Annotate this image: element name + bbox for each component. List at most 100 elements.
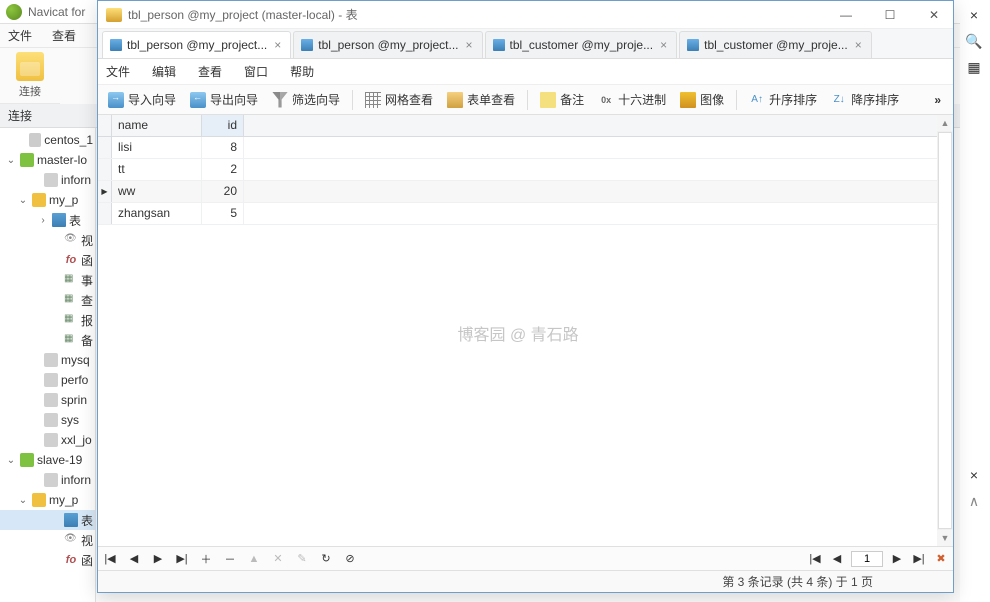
tree-item[interactable]: perfo bbox=[0, 370, 95, 390]
edit-button[interactable]: ✎ bbox=[294, 551, 310, 567]
row-handle[interactable] bbox=[98, 159, 112, 180]
stop-button[interactable]: ⊘ bbox=[342, 551, 358, 567]
tab[interactable]: tbl_customer @my_proje...× bbox=[485, 31, 678, 58]
data-grid[interactable]: nameid lisi8tt2ww20zhangsan5 博客园 @ 青石路 ↖ bbox=[98, 115, 937, 546]
toolbar-button[interactable]: 导入向导 bbox=[102, 88, 182, 111]
tab-close-icon[interactable]: × bbox=[272, 38, 283, 52]
toolbar-button[interactable]: 筛选向导 bbox=[266, 88, 346, 111]
cell[interactable]: 20 bbox=[202, 181, 244, 202]
win-menu-view[interactable]: 查看 bbox=[198, 63, 222, 80]
tree-item[interactable]: 表 bbox=[0, 510, 95, 530]
tree-item[interactable]: ›表 bbox=[0, 210, 95, 230]
first-record-button[interactable]: |◀ bbox=[102, 551, 118, 567]
vertical-scrollbar[interactable]: ▲ ▼ bbox=[937, 115, 953, 546]
menu-file[interactable]: 文件 bbox=[8, 27, 32, 44]
column-header[interactable]: name bbox=[112, 115, 202, 136]
tree-item[interactable]: inforn bbox=[0, 170, 95, 190]
search-icon[interactable]: 🔍 bbox=[962, 29, 986, 53]
apply-button[interactable]: ▲ bbox=[246, 551, 262, 567]
toolbar-button[interactable]: 导出向导 bbox=[184, 88, 264, 111]
last-page-button[interactable]: ▶| bbox=[911, 551, 927, 567]
tree-item[interactable]: xxl_jo bbox=[0, 430, 95, 450]
cell[interactable]: ww bbox=[112, 181, 202, 202]
close2-btn[interactable]: × bbox=[962, 463, 986, 487]
prev-record-button[interactable]: ◀ bbox=[126, 551, 142, 567]
toolbar-button[interactable]: Z↓降序排序 bbox=[825, 88, 905, 111]
page-input[interactable] bbox=[851, 551, 883, 567]
toolbar-button[interactable]: 备注 bbox=[534, 88, 590, 111]
tree-item[interactable]: sprin bbox=[0, 390, 95, 410]
close-button[interactable]: ✕ bbox=[915, 1, 953, 29]
prev-page-button[interactable]: ◀ bbox=[829, 551, 845, 567]
tree-item[interactable]: 👁视 bbox=[0, 530, 95, 550]
toolbar-button[interactable]: 0x十六进制 bbox=[592, 88, 672, 111]
tree-item[interactable]: sys bbox=[0, 410, 95, 430]
tree-item[interactable]: ⌄slave-19 bbox=[0, 450, 95, 470]
toolbar-button[interactable]: 表单查看 bbox=[441, 88, 521, 111]
tree-item[interactable]: mysq bbox=[0, 350, 95, 370]
tree-item[interactable]: fo函 bbox=[0, 250, 95, 270]
win-menu-help[interactable]: 帮助 bbox=[290, 63, 314, 80]
cell[interactable]: zhangsan bbox=[112, 203, 202, 224]
tab-close-icon[interactable]: × bbox=[853, 38, 864, 52]
toolbar-connect[interactable]: 连接 bbox=[0, 48, 60, 104]
tree-item[interactable]: centos_1 bbox=[0, 130, 95, 150]
expander-icon[interactable]: ⌄ bbox=[17, 495, 29, 506]
cell[interactable]: 8 bbox=[202, 137, 244, 158]
column-header[interactable]: id bbox=[202, 115, 244, 136]
toolbar-button[interactable]: A↑升序排序 bbox=[743, 88, 823, 111]
cell[interactable]: tt bbox=[112, 159, 202, 180]
win-menu-edit[interactable]: 编辑 bbox=[152, 63, 176, 80]
last-record-button[interactable]: ▶| bbox=[174, 551, 190, 567]
scroll-up-icon[interactable]: ▲ bbox=[937, 115, 953, 131]
tree-item[interactable]: ⌄master-lo bbox=[0, 150, 95, 170]
tree-item[interactable]: fo函 bbox=[0, 550, 95, 570]
table-row[interactable]: zhangsan5 bbox=[98, 203, 937, 225]
expander-icon[interactable]: ⌄ bbox=[5, 155, 17, 166]
cell[interactable]: 2 bbox=[202, 159, 244, 180]
next-record-button[interactable]: ▶ bbox=[150, 551, 166, 567]
grid-icon[interactable]: ▦ bbox=[962, 55, 986, 79]
next-page-button[interactable]: ▶ bbox=[889, 551, 905, 567]
row-handle[interactable] bbox=[98, 181, 112, 202]
refresh-button[interactable]: ↻ bbox=[318, 551, 334, 567]
tree-item[interactable]: ⌄my_p bbox=[0, 490, 95, 510]
add-record-button[interactable]: ＋ bbox=[198, 551, 214, 567]
close-x-btn[interactable]: × bbox=[962, 3, 986, 27]
expander-icon[interactable]: › bbox=[37, 215, 49, 226]
maximize-button[interactable]: ☐ bbox=[871, 1, 909, 29]
tab-close-icon[interactable]: × bbox=[658, 38, 669, 52]
delete-record-button[interactable]: － bbox=[222, 551, 238, 567]
tree-item[interactable]: 👁视 bbox=[0, 230, 95, 250]
settings-icon[interactable]: ✖ bbox=[933, 551, 949, 567]
row-handle[interactable] bbox=[98, 137, 112, 158]
tab[interactable]: tbl_person @my_project...× bbox=[102, 31, 291, 58]
tab[interactable]: tbl_person @my_project...× bbox=[293, 31, 482, 58]
tree[interactable]: centos_1⌄master-loinforn⌄my_p›表👁视fo函▦事▦查… bbox=[0, 128, 95, 572]
scroll-down-icon[interactable]: ▼ bbox=[937, 530, 953, 546]
scroll-thumb[interactable] bbox=[938, 132, 952, 529]
toolbar-overflow-icon[interactable]: » bbox=[928, 93, 949, 107]
tree-item[interactable]: ▦查 bbox=[0, 290, 95, 310]
row-handle[interactable] bbox=[98, 203, 112, 224]
table-row[interactable]: ww20 bbox=[98, 181, 937, 203]
window-titlebar[interactable]: tbl_person @my_project (master-local) - … bbox=[98, 1, 953, 29]
cell[interactable]: 5 bbox=[202, 203, 244, 224]
tab[interactable]: tbl_customer @my_proje...× bbox=[679, 31, 872, 58]
toolbar-button[interactable]: 网格查看 bbox=[359, 88, 439, 111]
expander-icon[interactable]: ⌄ bbox=[5, 455, 17, 466]
win-menu-window[interactable]: 窗口 bbox=[244, 63, 268, 80]
up-btn[interactable]: ∧ bbox=[962, 489, 986, 513]
tree-item[interactable]: ▦事 bbox=[0, 270, 95, 290]
cell[interactable]: lisi bbox=[112, 137, 202, 158]
win-menu-file[interactable]: 文件 bbox=[106, 63, 130, 80]
minimize-button[interactable]: — bbox=[827, 1, 865, 29]
expander-icon[interactable]: ⌄ bbox=[17, 195, 29, 206]
cancel-button[interactable]: ✕ bbox=[270, 551, 286, 567]
tree-item[interactable]: inforn bbox=[0, 470, 95, 490]
table-row[interactable]: lisi8 bbox=[98, 137, 937, 159]
tree-item[interactable]: ▦报 bbox=[0, 310, 95, 330]
toolbar-button[interactable]: 图像 bbox=[674, 88, 730, 111]
tree-item[interactable]: ⌄my_p bbox=[0, 190, 95, 210]
tab-close-icon[interactable]: × bbox=[464, 38, 475, 52]
